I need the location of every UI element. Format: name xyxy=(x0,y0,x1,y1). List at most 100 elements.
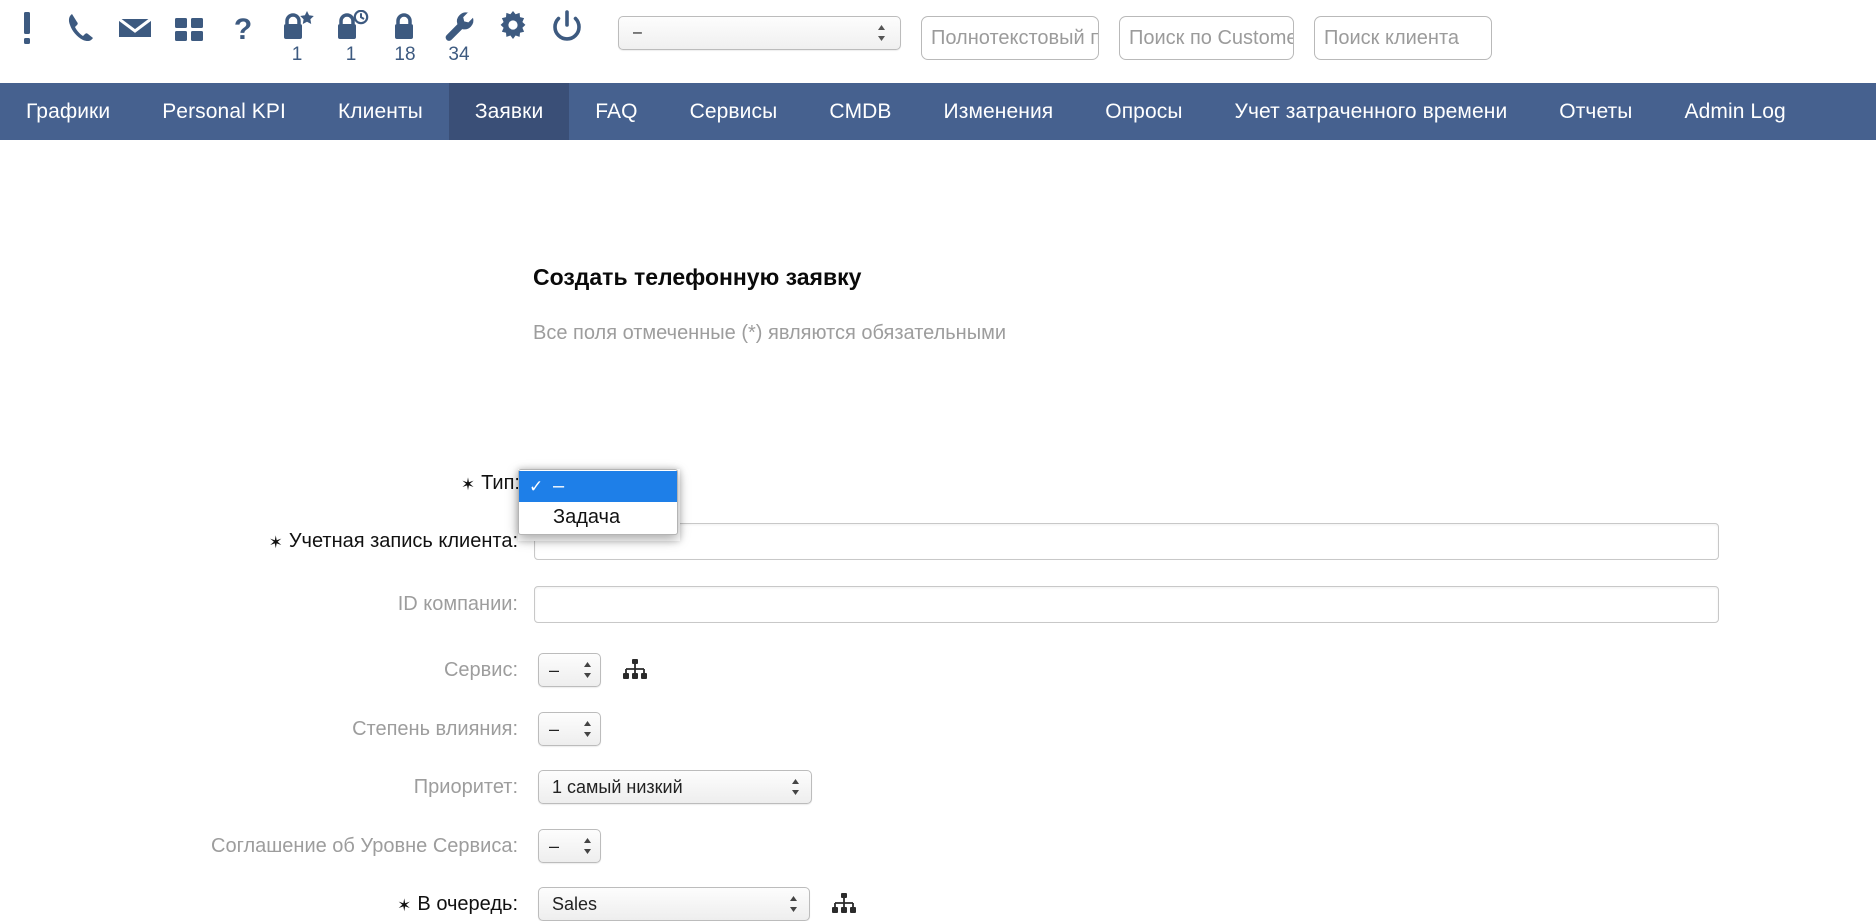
alert-exclamation-icon[interactable] xyxy=(0,6,54,46)
stepper-arrows-icon xyxy=(878,25,885,41)
customer-user-input[interactable] xyxy=(534,523,1719,560)
lock-star-count: 1 xyxy=(291,44,303,65)
queue-select[interactable]: Sales xyxy=(538,887,810,921)
field-label-priority: Приоритет: xyxy=(0,776,518,799)
main-navigation: Графики Personal KPI Клиенты Заявки FAQ … xyxy=(0,83,1876,140)
gear-icon[interactable] xyxy=(486,6,540,44)
nav-item-klienty[interactable]: Клиенты xyxy=(312,83,449,140)
service-select-value: – xyxy=(549,659,560,680)
nav-item-admin-log[interactable]: Admin Log xyxy=(1658,83,1811,140)
required-star-icon: ✶ xyxy=(460,475,476,494)
type-option-label: Задача xyxy=(553,506,621,528)
search-fulltext-placeholder: Полнотекстовый поиск xyxy=(931,26,1098,49)
nav-item-uchet-vremeni[interactable]: Учет затраченного времени xyxy=(1209,83,1534,140)
question-help-icon[interactable]: ? xyxy=(216,6,270,46)
nav-item-personal-kpi[interactable]: Personal KPI xyxy=(136,83,312,140)
impact-select-value: – xyxy=(549,718,560,739)
toolbar-select[interactable]: – xyxy=(618,16,901,50)
field-row-service: Сервис: – xyxy=(0,653,647,687)
phone-icon[interactable] xyxy=(54,6,108,46)
envelope-icon[interactable] xyxy=(108,6,162,46)
search-input-customer-id[interactable]: Поиск по CustomerID xyxy=(1119,16,1294,60)
nav-item-cmdb[interactable]: CMDB xyxy=(803,83,917,140)
lock-clock-icon[interactable]: 1 xyxy=(324,6,378,64)
field-label-queue: ✶ В очередь: xyxy=(0,893,518,916)
nav-item-otchety[interactable]: Отчеты xyxy=(1533,83,1658,140)
field-label-type: ✶ Тип: xyxy=(0,472,520,495)
type-option-label: – xyxy=(553,475,565,497)
field-label-text: Учетная запись клиента: xyxy=(288,530,518,552)
queue-tree-icon[interactable] xyxy=(832,893,856,915)
nav-label: Отчеты xyxy=(1559,99,1633,123)
field-row-sla: Соглашение об Уровне Сервиса: – xyxy=(0,829,601,863)
stepper-arrows-icon xyxy=(792,779,799,795)
field-row-type: ✶ Тип: xyxy=(0,472,520,495)
company-id-input[interactable] xyxy=(534,586,1719,623)
nav-label: FAQ xyxy=(595,99,638,123)
sla-select[interactable]: – xyxy=(538,829,601,863)
nav-item-izmeneniya[interactable]: Изменения xyxy=(918,83,1080,140)
power-icon[interactable] xyxy=(540,6,594,44)
stepper-arrows-icon xyxy=(790,896,797,912)
required-star-icon: ✶ xyxy=(397,895,412,915)
field-label-customer-user: ✶ Учетная запись клиента: xyxy=(0,530,518,553)
stepper-arrows-icon xyxy=(584,662,591,678)
type-option-dash[interactable]: ✓ – xyxy=(519,471,677,502)
nav-item-oprosy[interactable]: Опросы xyxy=(1079,83,1208,140)
field-label-text: В очередь: xyxy=(417,892,518,915)
field-label-text: Приоритет: xyxy=(413,775,518,798)
field-row-customer-user: ✶ Учетная запись клиента: xyxy=(0,523,1719,560)
top-toolbar: ? 1 1 18 34 – Полнотекстовый Поиск по Cu… xyxy=(0,0,1876,83)
field-label-text: Степень влияния: xyxy=(352,717,518,740)
type-option-zadacha[interactable]: Задача xyxy=(519,502,677,533)
lock-star-icon[interactable]: 1 xyxy=(270,6,324,64)
wrench-count: 34 xyxy=(448,44,470,65)
stepper-arrows-icon xyxy=(584,838,591,854)
toolbar-select-value: – xyxy=(633,24,642,41)
lock-icon[interactable]: 18 xyxy=(378,6,432,64)
stepper-arrows-icon xyxy=(584,721,591,737)
field-row-queue: ✶ В очередь: Sales xyxy=(0,887,856,921)
grid-apps-icon[interactable] xyxy=(162,6,216,46)
field-row-company-id: ID компании: xyxy=(0,586,1719,623)
nav-label: Клиенты xyxy=(337,99,423,123)
priority-select-value: 1 самый низкий xyxy=(552,776,683,797)
nav-label: Графики xyxy=(26,99,111,123)
priority-select[interactable]: 1 самый низкий xyxy=(538,770,812,804)
search-input-fulltext[interactable]: Полнотекстовый поиск xyxy=(921,16,1099,60)
nav-label: Учет затраченного времени xyxy=(1234,99,1508,123)
nav-item-servisy[interactable]: Сервисы xyxy=(664,83,804,140)
nav-item-faq[interactable]: FAQ xyxy=(569,83,663,140)
search-input-client[interactable]: Поиск клиента xyxy=(1314,16,1492,60)
required-fields-note: Все поля отмеченные (*) являются обязате… xyxy=(533,322,1007,344)
nav-label: Заявки xyxy=(474,99,544,123)
page-title: Создать телефонную заявку xyxy=(533,264,862,290)
service-select[interactable]: – xyxy=(538,653,601,687)
service-tree-icon[interactable] xyxy=(623,659,647,681)
field-label-sla: Соглашение об Уровне Сервиса: xyxy=(0,835,518,858)
queue-select-value: Sales xyxy=(552,893,598,914)
required-star-icon: ✶ xyxy=(268,533,283,552)
field-label-service: Сервис: xyxy=(0,659,518,682)
lock-count: 18 xyxy=(394,44,416,65)
nav-label: Сервисы xyxy=(689,99,778,123)
field-label-company-id: ID компании: xyxy=(0,593,518,616)
field-label-text: Тип: xyxy=(481,472,520,494)
type-dropdown-menu[interactable]: ✓ – Задача xyxy=(518,469,678,535)
field-row-impact: Степень влияния: – xyxy=(0,712,601,746)
field-label-text: Соглашение об Уровне Сервиса: xyxy=(211,834,518,857)
search-client-placeholder: Поиск клиента xyxy=(1324,26,1460,49)
checkmark-icon: ✓ xyxy=(529,476,544,496)
field-row-priority: Приоритет: 1 самый низкий xyxy=(0,770,812,804)
field-label-impact: Степень влияния: xyxy=(0,718,518,741)
nav-label: Опросы xyxy=(1105,99,1183,123)
wrench-icon[interactable]: 34 xyxy=(432,6,486,64)
impact-select[interactable]: – xyxy=(538,712,601,746)
nav-item-zayavki[interactable]: Заявки xyxy=(448,83,570,140)
nav-label: Изменения xyxy=(943,99,1054,123)
field-label-text: ID компании: xyxy=(397,593,518,615)
field-label-text: Сервис: xyxy=(443,658,518,681)
lock-clock-count: 1 xyxy=(345,44,357,65)
nav-item-grafiki[interactable]: Графики xyxy=(0,83,136,140)
nav-label: Admin Log xyxy=(1684,99,1786,123)
